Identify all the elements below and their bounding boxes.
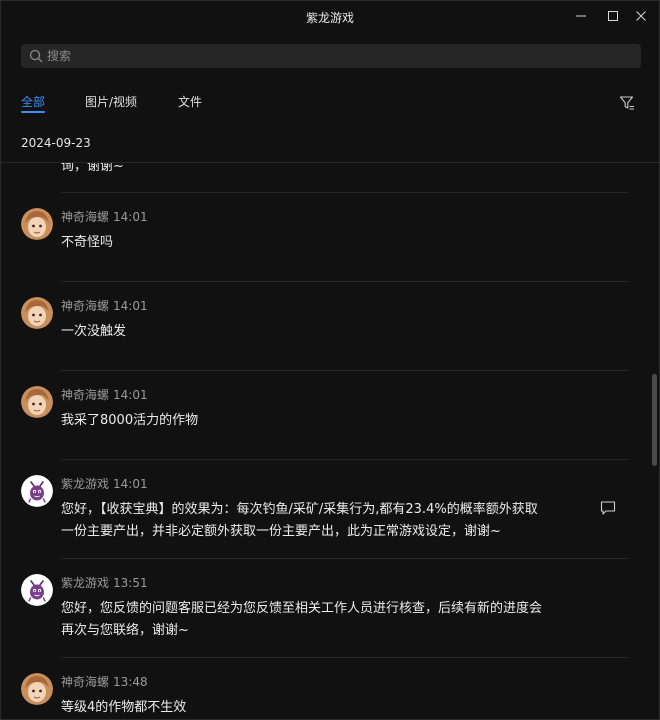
truncated-message-text: 询，谢谢~: [61, 163, 124, 174]
tab-media[interactable]: 图片/视频: [85, 93, 137, 110]
message-divider: [61, 558, 629, 559]
message-text: 您好，【收获宝典】的效果为：每次钓鱼/采矿/采集行为,都有23.4%的概率额外获…: [61, 499, 591, 543]
tab-files[interactable]: 文件: [178, 93, 202, 110]
search-box[interactable]: [21, 44, 641, 68]
search-input[interactable]: [47, 49, 641, 63]
filter-button[interactable]: [619, 95, 635, 111]
search-icon: [29, 49, 43, 63]
official-avatar[interactable]: [21, 574, 53, 606]
message-text-line: 您好，【收获宝典】的效果为：每次钓鱼/采矿/采集行为,都有23.4%的概率额外获…: [61, 502, 538, 517]
message-text: 您好，您反馈的问题客服已经为您反馈至相关工作人员进行核查，后续有新的进度会 再次…: [61, 598, 591, 642]
close-button[interactable]: [631, 7, 651, 25]
minimize-button[interactable]: [571, 7, 591, 25]
comment-icon: [600, 501, 616, 515]
message-list[interactable]: 询，谢谢~ 神奇海螺 14:01 不奇怪吗 神奇海螺 14:01 一次没触发 神…: [1, 163, 659, 719]
message-meta: 紫龙游戏 14:01: [61, 475, 148, 492]
message-divider: [61, 281, 629, 282]
scrollbar-thumb[interactable]: [652, 374, 657, 466]
message-text: 不奇怪吗: [61, 235, 114, 250]
close-icon: [636, 11, 646, 21]
message-divider: [61, 657, 629, 658]
chat-history-window: 紫龙游戏 全部 图片/视频 文件 2024-09-23 询，谢谢~: [0, 0, 660, 720]
sender-name: 紫龙游戏: [61, 477, 110, 491]
message-text-line: 再次与您联络，谢谢~: [61, 623, 189, 638]
sender-name: 神奇海螺: [61, 210, 110, 224]
minimize-icon: [576, 15, 586, 17]
sender-name: 神奇海螺: [61, 388, 110, 402]
message-divider: [61, 192, 629, 193]
message-time: 14:01: [113, 210, 148, 224]
message-meta: 神奇海螺 14:01: [61, 208, 148, 225]
message-time: 14:01: [113, 299, 148, 313]
user-avatar[interactable]: [21, 386, 53, 418]
message-text-line: 您好，您反馈的问题客服已经为您反馈至相关工作人员进行核查，后续有新的进度会: [61, 601, 543, 616]
message-divider: [61, 459, 629, 460]
filter-icon: [619, 96, 634, 110]
message-text: 我采了8000活力的作物: [61, 413, 199, 428]
message-meta: 神奇海螺 14:01: [61, 386, 148, 403]
title-bar: 紫龙游戏: [1, 1, 659, 33]
maximize-icon: [608, 11, 618, 21]
user-avatar[interactable]: [21, 297, 53, 329]
message-text-line: 一份主要产出，并非必定额外获取一份主要产出，此为正常游戏设定，谢谢~: [61, 524, 501, 539]
sender-name: 神奇海螺: [61, 299, 110, 313]
message-time: 13:51: [113, 576, 148, 590]
maximize-button[interactable]: [603, 7, 623, 25]
message-time: 13:48: [113, 675, 148, 689]
window-title: 紫龙游戏: [305, 11, 354, 25]
date-header: 2024-09-23: [21, 136, 91, 150]
reply-button[interactable]: [599, 499, 617, 517]
active-tab-indicator: [21, 111, 45, 113]
message-meta: 神奇海螺 14:01: [61, 297, 148, 314]
message-text: 一次没触发: [61, 324, 127, 339]
sender-name: 紫龙游戏: [61, 576, 110, 590]
message-time: 14:01: [113, 388, 148, 402]
user-avatar[interactable]: [21, 208, 53, 240]
message-meta: 神奇海螺 13:48: [61, 673, 148, 690]
tab-all[interactable]: 全部: [21, 93, 45, 110]
message-text: 等级4的作物都不生效: [61, 700, 187, 715]
sender-name: 神奇海螺: [61, 675, 110, 689]
message-divider: [61, 370, 629, 371]
message-time: 14:01: [113, 477, 148, 491]
filter-tabs: 全部 图片/视频 文件: [21, 93, 639, 117]
official-avatar[interactable]: [21, 475, 53, 507]
user-avatar[interactable]: [21, 673, 53, 705]
message-meta: 紫龙游戏 13:51: [61, 574, 148, 591]
